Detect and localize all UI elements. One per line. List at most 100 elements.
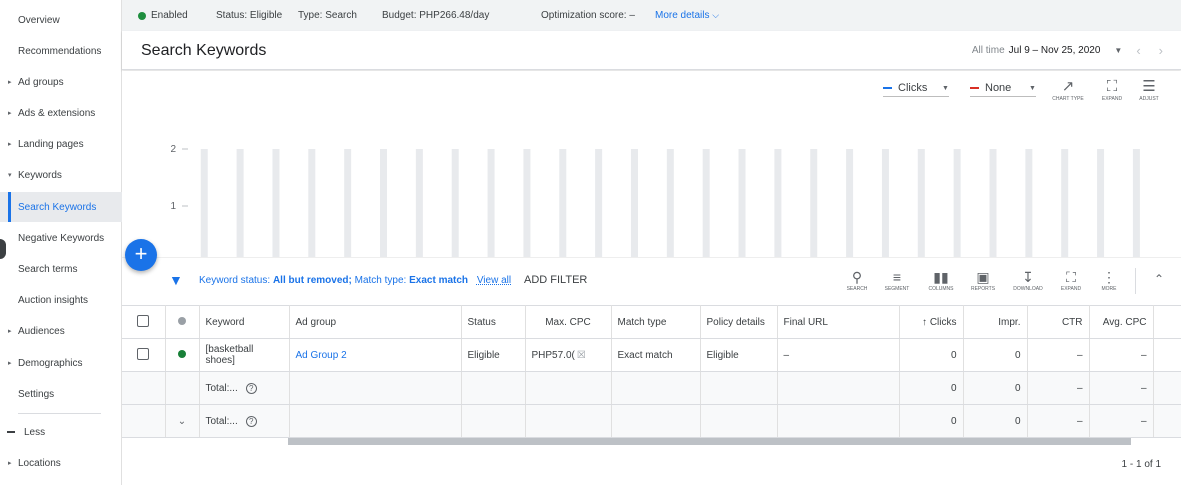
col-match-type[interactable]: Match type	[611, 305, 701, 339]
total-label: Total:...	[205, 415, 238, 427]
total-ctr: –	[1027, 371, 1090, 405]
sidebar-item-auction-insights[interactable]: Auction insights	[0, 285, 122, 315]
cell-ad-group[interactable]: Ad Group 2	[289, 338, 462, 372]
sidebar-item-keywords[interactable]: ▾ Keywords	[0, 160, 122, 190]
sidebar-item-ad-groups[interactable]: ▸ Ad groups	[0, 67, 122, 97]
sidebar-item-search-keywords[interactable]: Search Keywords	[0, 192, 122, 222]
sidebar-item-negative-keywords[interactable]: Negative Keywords	[0, 223, 122, 253]
reports-button[interactable]: ▣ REPORTS	[967, 268, 999, 292]
view-all-link[interactable]: View all	[477, 275, 511, 286]
sidebar-item-landing-pages[interactable]: ▸ Landing pages	[0, 129, 122, 159]
total-label: Total:...	[205, 382, 238, 394]
chart-plot: 210Jul 9, 2020Nov 25, 2020	[170, 144, 1140, 257]
date-range-picker[interactable]: All time Jul 9 – Nov 25, 2020 ▼ ‹ ›	[972, 43, 1163, 58]
chart-background-bar	[415, 149, 423, 257]
col-policy-details[interactable]: Policy details	[700, 305, 778, 339]
chart-background-bar	[1061, 149, 1069, 257]
cell-max-cpc[interactable]: PHP57.0(☒	[525, 338, 612, 372]
chart-background-bar	[989, 149, 997, 257]
type-value: Search	[325, 10, 357, 21]
chart-background-bar	[487, 149, 495, 257]
col-ad-group[interactable]: Ad group	[289, 305, 462, 339]
sidebar-item-demographics[interactable]: ▸ Demographics	[0, 348, 122, 378]
sidebar-item-overview[interactable]: Overview	[0, 5, 122, 35]
next-period-icon[interactable]: ›	[1159, 43, 1163, 58]
caret-down-icon: ▾	[8, 172, 12, 179]
more-details-link[interactable]: More details ⌵	[655, 10, 719, 21]
keywords-table: Keyword Ad group Status Max. CPC Match t…	[122, 305, 1181, 438]
col-ctr[interactable]: CTR	[1027, 305, 1090, 339]
chevron-down-icon[interactable]: ⌄	[178, 416, 186, 427]
status-dot-icon[interactable]	[178, 349, 186, 358]
col-avg-cpc[interactable]: Avg. CPC	[1089, 305, 1154, 339]
status-filter-dot-icon[interactable]	[178, 316, 186, 325]
more-button[interactable]: ⋮ MORE	[1093, 268, 1125, 292]
total-cell	[700, 404, 778, 438]
sidebar-item-less[interactable]: Less	[0, 417, 122, 447]
collapse-chevron-icon[interactable]: ⌃	[1154, 272, 1164, 286]
sidebar-item-audiences[interactable]: ▸ Audiences	[0, 316, 122, 346]
help-icon[interactable]: ?	[245, 415, 257, 427]
chart-background-bar	[738, 149, 746, 257]
row-checkbox[interactable]	[137, 347, 150, 360]
col-impr[interactable]: Impr.	[963, 305, 1028, 339]
page-header: Search Keywords All time Jul 9 – Nov 25,…	[122, 31, 1181, 70]
pagination-text: 1 - 1 of 1	[1121, 459, 1161, 470]
total-cell	[289, 371, 462, 405]
add-filter-button[interactable]: ADD FILTER	[524, 274, 587, 286]
chart-background-bar	[1097, 149, 1105, 257]
type-label: Type:	[298, 10, 323, 21]
status-dot-header	[165, 305, 200, 339]
cell-match-type: Exact match	[611, 338, 701, 372]
sidebar-item-locations[interactable]: ▸ Locations	[0, 448, 122, 478]
sidebar-item-recommendations[interactable]: Recommendations	[0, 36, 122, 66]
cell-keyword[interactable]: [basketball shoes]	[199, 338, 290, 372]
sidebar: Overview Recommendations ▸ Ad groups ▸ Ads…	[0, 0, 122, 485]
plus-icon: +	[134, 241, 148, 266]
col-status[interactable]: Status	[461, 305, 526, 339]
total-cell	[122, 371, 166, 405]
search-button[interactable]: ⚲ SEARCH	[841, 268, 873, 292]
chevron-down-icon: ⌵	[712, 10, 720, 20]
sidebar-item-label: Search terms	[18, 263, 78, 275]
sidebar-item-ads-extensions[interactable]: ▸ Ads & extensions	[0, 98, 122, 128]
budget-text: Budget: PHP266.48/day	[382, 10, 489, 21]
active-filters[interactable]: Keyword status: All but removed; Match t…	[199, 275, 511, 286]
enabled-label: Enabled	[151, 10, 188, 21]
add-keyword-button[interactable]: +	[125, 239, 157, 271]
sidebar-item-label: Demographics	[18, 357, 83, 369]
total-impr: 0	[963, 371, 1028, 405]
chart-background-bar	[1025, 149, 1033, 257]
col-keyword[interactable]: Keyword	[199, 305, 290, 339]
all-time-label: All time	[971, 45, 1005, 56]
total-clicks: 0	[899, 371, 964, 405]
more-vert-icon: ⋮	[1102, 269, 1116, 285]
col-clicks[interactable]: ↑ Clicks	[899, 305, 964, 339]
help-icon[interactable]: ?	[245, 382, 257, 394]
select-all-checkbox[interactable]	[137, 314, 150, 327]
col-max-cpc[interactable]: Max. CPC	[525, 305, 612, 339]
prev-period-icon[interactable]: ‹	[1136, 43, 1140, 58]
page-title: Search Keywords	[141, 42, 267, 59]
total-label-cell: Total:...?	[199, 404, 290, 438]
horizontal-scrollbar[interactable]	[288, 438, 1131, 445]
columns-button[interactable]: ▮▮ COLUMNS	[925, 268, 957, 292]
dropdown-arrow-icon[interactable]: ▼	[1114, 46, 1122, 55]
download-button[interactable]: ↧ DOWNLOAD	[1012, 268, 1044, 292]
sidebar-item-label: Keywords	[18, 169, 62, 181]
sidebar-item-search-terms[interactable]: Search terms	[0, 254, 122, 284]
col-final-url[interactable]: Final URL	[777, 305, 900, 339]
sidebar-item-settings[interactable]: Settings	[0, 379, 122, 409]
filter-status-value: All but removed;	[272, 275, 352, 286]
enabled-status[interactable]: Enabled	[138, 10, 188, 21]
chart-background-bar	[200, 149, 208, 257]
table-expand-button[interactable]: ⛶ EXPAND	[1055, 268, 1087, 292]
main-card: Search Keywords All time Jul 9 – Nov 25,…	[122, 31, 1181, 485]
total-row: Total:...? 0 0 – –	[122, 371, 1181, 405]
reports-icon: ▣	[976, 269, 990, 285]
drawer-handle[interactable]	[0, 239, 6, 259]
sidebar-item-label: Ads & extensions	[18, 107, 96, 119]
filter-icon[interactable]: ▼	[169, 272, 183, 288]
caret-right-icon: ▸	[8, 460, 12, 467]
segment-button[interactable]: ≡ SEGMENT	[881, 268, 913, 292]
